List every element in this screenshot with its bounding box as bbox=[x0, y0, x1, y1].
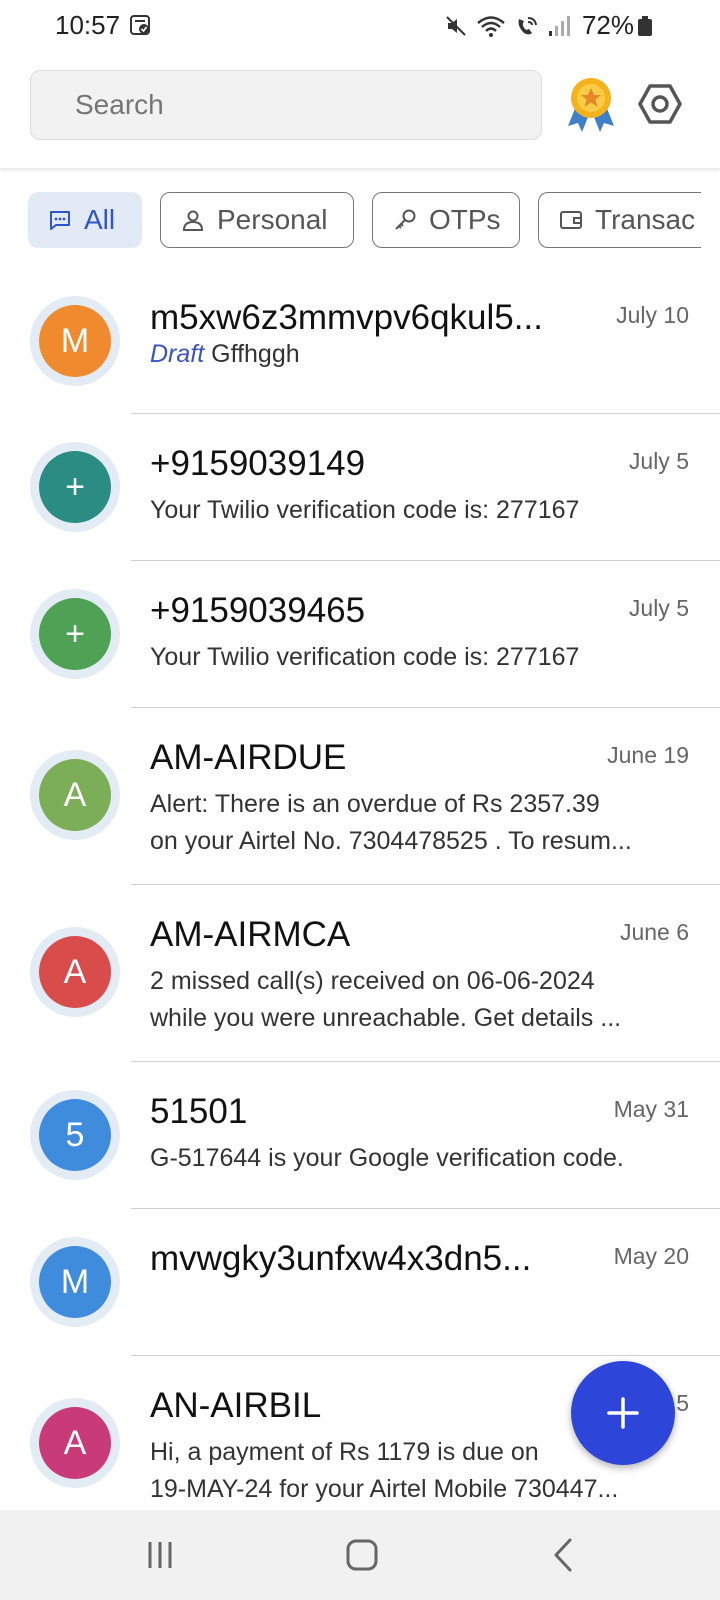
avatar-initial: A bbox=[39, 759, 111, 831]
avatar: M bbox=[30, 296, 120, 386]
chip-label: Personal bbox=[217, 204, 328, 235]
divider bbox=[131, 1061, 720, 1062]
conversation-snippet: Your Twilio verification code is: 277167 bbox=[150, 643, 580, 671]
conversation-date: May 31 bbox=[613, 1096, 689, 1122]
status-time: 10:57 bbox=[55, 10, 121, 40]
chip-all[interactable]: All bbox=[28, 192, 142, 248]
message-icon bbox=[50, 211, 70, 230]
conversation-item[interactable]: + +9159039465 July 5 Your Twilio verific… bbox=[0, 575, 720, 707]
plus-icon bbox=[607, 1397, 639, 1429]
chip-label: Transac bbox=[595, 204, 696, 235]
snippet-line: 19-MAY-24 for your Airtel Mobile 730447.… bbox=[150, 1475, 619, 1503]
divider bbox=[131, 413, 720, 414]
avatar-initial: M bbox=[39, 305, 111, 377]
avatar: M bbox=[30, 1237, 120, 1327]
chip-personal[interactable]: Personal bbox=[160, 192, 354, 248]
conversation-date: 5 bbox=[676, 1390, 689, 1416]
filter-chips: All Personal OTPs Transac bbox=[28, 192, 701, 250]
conversation-item[interactable]: A AM-AIRMCA June 6 2 missed call(s) rece… bbox=[0, 899, 720, 1061]
battery-percent: 72% bbox=[581, 10, 634, 40]
top-app-bar bbox=[0, 52, 720, 169]
snippet-line: on your Airtel No. 7304478525 . To resum… bbox=[150, 827, 632, 855]
divider bbox=[131, 707, 720, 708]
conversation-item[interactable]: 5 51501 May 31 G-517644 is your Google v… bbox=[0, 1076, 720, 1208]
conversation-date: June 19 bbox=[607, 742, 689, 768]
conversation-item[interactable]: + +9159039149 July 5 Your Twilio verific… bbox=[0, 428, 720, 560]
conversation-item[interactable]: A AM-AIRDUE June 19 Alert: There is an o… bbox=[0, 722, 720, 884]
new-message-button[interactable] bbox=[571, 1361, 675, 1465]
conversation-date: May 20 bbox=[613, 1243, 689, 1269]
conversation-name: AM-AIRDUE bbox=[150, 738, 347, 777]
divider bbox=[131, 1355, 720, 1356]
avatar: + bbox=[30, 442, 120, 532]
signal-icon bbox=[549, 16, 570, 36]
conversation-snippet: Your Twilio verification code is: 277167 bbox=[150, 496, 580, 524]
conversation-snippet: Draft Gffhggh bbox=[150, 336, 690, 373]
conversation-date: June 6 bbox=[619, 919, 689, 945]
conversation-name: AN-AIRBIL bbox=[150, 1386, 322, 1425]
avatar: A bbox=[30, 927, 120, 1017]
conversation-date: July 5 bbox=[628, 595, 689, 621]
snippet-line: Alert: There is an overdue of Rs 2357.39 bbox=[150, 790, 600, 818]
wifi-calling-icon bbox=[518, 17, 537, 35]
conversation-name: m5xw6z3mmvpv6qkul5... bbox=[150, 298, 543, 337]
conversation-snippet: Alert: There is an overdue of Rs 2357.39… bbox=[150, 786, 690, 860]
chip-label: All bbox=[84, 204, 116, 235]
search-input[interactable] bbox=[75, 71, 515, 139]
snippet-text: Gffhggh bbox=[211, 340, 300, 368]
snippet-line: 2 missed call(s) received on 06-06-2024 bbox=[150, 967, 595, 995]
conversation-item[interactable]: M mvwgky3unfxw4x3dn5... May 20 bbox=[0, 1223, 720, 1355]
key-icon bbox=[395, 209, 416, 230]
conversation-name: +9159039149 bbox=[150, 444, 366, 483]
back-icon[interactable] bbox=[540, 1534, 588, 1576]
wallet-icon bbox=[560, 211, 582, 229]
premium-badge-icon[interactable] bbox=[566, 76, 616, 132]
person-icon bbox=[182, 210, 204, 231]
divider bbox=[131, 560, 720, 561]
divider bbox=[131, 884, 720, 885]
divider bbox=[131, 1208, 720, 1209]
battery-icon bbox=[638, 16, 652, 36]
conversation-snippet: G-517644 is your Google verification cod… bbox=[150, 1144, 624, 1172]
home-icon[interactable] bbox=[338, 1534, 386, 1576]
conversation-name: +9159039465 bbox=[150, 591, 366, 630]
avatar-initial: A bbox=[39, 936, 111, 1008]
calendar-check-icon bbox=[130, 15, 150, 35]
avatar: A bbox=[30, 750, 120, 840]
conversation-date: July 5 bbox=[628, 448, 689, 474]
avatar-initial: + bbox=[39, 598, 111, 670]
chip-transactions[interactable]: Transac bbox=[538, 192, 701, 248]
avatar: 5 bbox=[30, 1090, 120, 1180]
avatar-initial: A bbox=[39, 1407, 111, 1479]
conversation-item[interactable]: M m5xw6z3mmvpv6qkul5... July 10 Draft Gf… bbox=[0, 282, 720, 414]
avatar-initial: M bbox=[39, 1246, 111, 1318]
avatar: + bbox=[30, 589, 120, 679]
conversation-date: July 10 bbox=[616, 302, 689, 328]
wifi-icon bbox=[477, 16, 505, 37]
conversation-name: AM-AIRMCA bbox=[150, 915, 351, 954]
snippet-line: while you were unreachable. Get details … bbox=[150, 1004, 622, 1032]
recents-icon[interactable] bbox=[136, 1534, 184, 1576]
avatar: A bbox=[30, 1398, 120, 1488]
chip-otps[interactable]: OTPs bbox=[372, 192, 520, 248]
settings-icon[interactable] bbox=[638, 82, 682, 126]
conversation-snippet: 2 missed call(s) received on 06-06-2024 … bbox=[150, 963, 690, 1037]
conversation-name: mvwgky3unfxw4x3dn5... bbox=[150, 1239, 532, 1278]
status-bar: 10:57 72% bbox=[0, 0, 720, 52]
avatar-initial: 5 bbox=[39, 1099, 111, 1171]
chip-label: OTPs bbox=[429, 204, 501, 235]
avatar-initial: + bbox=[39, 451, 111, 523]
draft-label: Draft bbox=[150, 340, 205, 368]
system-nav-bar bbox=[0, 1510, 720, 1600]
conversation-name: 51501 bbox=[150, 1092, 248, 1131]
mute-icon bbox=[446, 16, 466, 36]
search-box[interactable] bbox=[30, 70, 542, 140]
